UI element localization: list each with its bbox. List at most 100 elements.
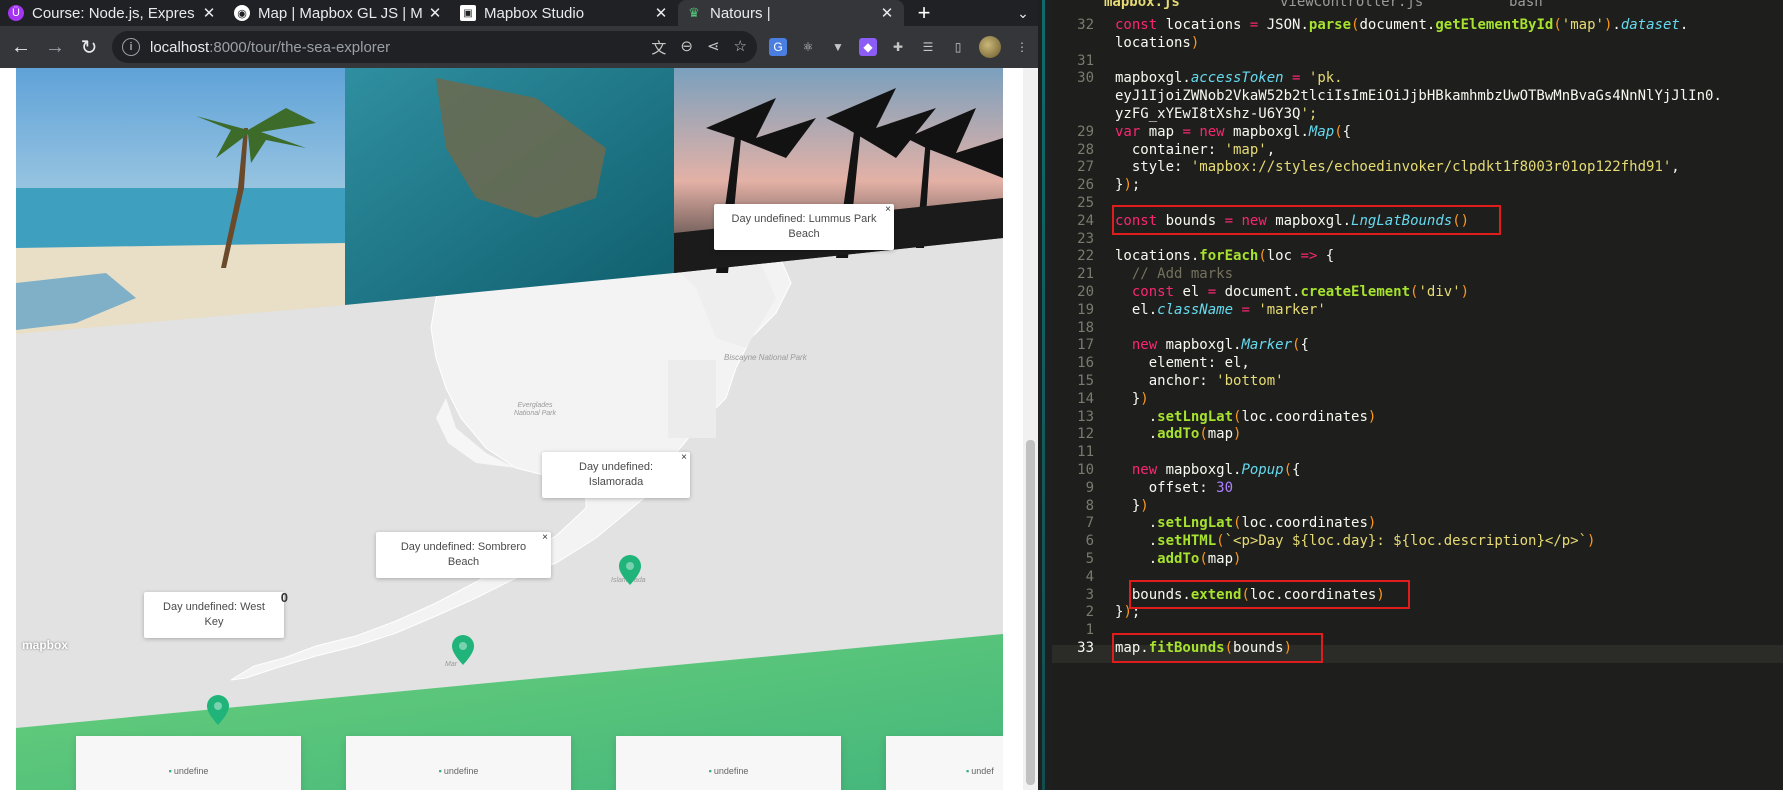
reading-list-icon[interactable]: ☰: [919, 38, 937, 56]
code-line[interactable]: .setLngLat(loc.coordinates): [1115, 514, 1377, 532]
code-line[interactable]: eyJ1IjoiZWNob2VkaW52b2tlciIsImEiOiJjbHBk…: [1115, 87, 1722, 105]
editor-tab-mapbox-js[interactable]: mapbox.js: [1104, 0, 1180, 10]
code-line[interactable]: });: [1115, 176, 1140, 194]
map-marker-west-key[interactable]: [205, 695, 231, 727]
popup-close-button[interactable]: ×: [681, 450, 687, 465]
line-number: 20: [1077, 284, 1094, 300]
map-label-everglades: Everglades National Park: [513, 402, 557, 417]
tab-title: Natours |: [710, 4, 771, 22]
vue-devtools-icon[interactable]: ▼: [829, 38, 847, 56]
mapbox-studio-icon: ▣: [460, 5, 476, 21]
code-line[interactable]: .addTo(map): [1115, 425, 1242, 443]
code-line[interactable]: const el = document.createElement('div'): [1115, 283, 1469, 301]
popup-close-button[interactable]: ×: [885, 202, 891, 217]
line-number: 3: [1085, 586, 1094, 603]
code-line[interactable]: const locations = JSON.parse(document.ge…: [1115, 16, 1688, 34]
info-icon[interactable]: i: [122, 38, 140, 56]
code-line[interactable]: // Add marks: [1115, 265, 1233, 283]
code-line[interactable]: mapboxgl.accessToken = 'pk.: [1115, 69, 1343, 87]
translate-icon[interactable]: 文: [651, 37, 666, 58]
editor-tab-viewcontroller-js[interactable]: viewController.js: [1280, 0, 1423, 10]
code-line[interactable]: .setHTML(`<p>Day ${loc.day}: ${loc.descr…: [1115, 532, 1596, 550]
tab-natours[interactable]: ♛ Natours | ✕: [678, 0, 904, 26]
star-icon[interactable]: ☆: [734, 37, 747, 58]
image-alt-text: undefine: [713, 766, 749, 776]
popup-text: Day undefined: Lummus Park Beach: [731, 213, 877, 240]
editor-tabbar: mapbox.js viewController.js bash: [1052, 0, 1783, 12]
code-line[interactable]: new mapboxgl.Popup({: [1115, 461, 1301, 479]
tab-udemy-course[interactable]: Ü Course: Node.js, Expres ✕: [0, 0, 226, 26]
map-container[interactable]: Biscayne National Park Everglades Nation…: [16, 68, 1003, 790]
image-alt-text: undefine: [173, 766, 209, 776]
forward-arrow-icon[interactable]: →: [38, 30, 72, 64]
line-number: 18: [1077, 319, 1094, 336]
code-line[interactable]: }): [1115, 390, 1149, 408]
popup-lummus-park-beach: Day undefined: Lummus Park Beach ×: [714, 204, 894, 250]
line-number: 7: [1085, 515, 1094, 532]
tab-mapbox-gl-js[interactable]: ◉ Map | Mapbox GL JS | M ✕: [226, 0, 452, 26]
tab-mapbox-studio[interactable]: ▣ Mapbox Studio ✕: [452, 0, 678, 26]
mapbox-logo[interactable]: mapbox: [22, 638, 68, 652]
line-number: 1: [1085, 622, 1094, 639]
code-line[interactable]: yzFG_xYEwI8tXshz-U6Y3Q';: [1115, 105, 1317, 123]
code-line[interactable]: locations): [1115, 34, 1199, 52]
reload-icon[interactable]: ↻: [72, 30, 106, 64]
puzzle-icon[interactable]: ✚: [889, 38, 907, 56]
kebab-menu-icon[interactable]: ⋮: [1013, 38, 1031, 56]
line-number: 19: [1077, 301, 1094, 318]
code-editor[interactable]: mapbox.js viewController.js bash 32 31 30 2…: [1052, 0, 1783, 790]
popup-text: Day undefined: West Key: [163, 601, 265, 628]
map-marker-sombrero-beach[interactable]: [450, 635, 476, 667]
extension-purple-icon[interactable]: ◆: [859, 38, 877, 56]
editor-tab-bash[interactable]: bash: [1509, 0, 1543, 10]
popup-close-button[interactable]: 0: [281, 590, 288, 605]
close-icon[interactable]: ✕: [878, 4, 896, 22]
close-icon[interactable]: ✕: [426, 4, 444, 22]
code-line[interactable]: .setLngLat(loc.coordinates): [1115, 408, 1377, 426]
image-alt-text: undefine: [443, 766, 479, 776]
code-line[interactable]: new mapboxgl.Marker({: [1115, 336, 1309, 354]
line-number: 22: [1077, 248, 1094, 265]
code-line[interactable]: locations.forEach(loc => {: [1115, 247, 1334, 265]
mapbox-icon: ◉: [234, 5, 250, 21]
code-line[interactable]: style: 'mapbox://styles/echoedinvoker/cl…: [1115, 158, 1680, 176]
code-line[interactable]: }): [1115, 497, 1149, 515]
close-icon[interactable]: ✕: [652, 4, 670, 22]
code-line[interactable]: .addTo(map): [1115, 550, 1242, 568]
window-divider: [1038, 0, 1052, 790]
code-line[interactable]: container: 'map',: [1115, 141, 1275, 159]
avatar[interactable]: [979, 36, 1001, 58]
zoom-icon[interactable]: ⊖: [680, 37, 693, 58]
share-icon[interactable]: ⋖: [707, 37, 720, 58]
code-line[interactable]: offset: 30: [1115, 479, 1233, 497]
broken-image-icon: ▪ undef: [966, 766, 994, 776]
back-arrow-icon[interactable]: ←: [4, 30, 38, 64]
map-marker-islamorada[interactable]: [617, 555, 643, 587]
code-line[interactable]: var map = new mapboxgl.Map({: [1115, 123, 1351, 141]
scrollbar-thumb[interactable]: [1026, 440, 1035, 785]
close-icon[interactable]: ✕: [200, 4, 218, 22]
tab-title: Mapbox Studio: [484, 4, 585, 22]
popup-close-button[interactable]: ×: [542, 530, 548, 545]
line-number: 13: [1077, 408, 1094, 425]
line-number: 16: [1077, 355, 1094, 372]
review-card: ▪ undef: [886, 736, 1003, 790]
url-host: localhost: [150, 38, 210, 56]
line-number: 15: [1077, 373, 1094, 389]
react-devtools-icon[interactable]: ⚛: [799, 38, 817, 56]
code-line[interactable]: anchor: 'bottom': [1115, 372, 1284, 390]
google-translate-icon[interactable]: G: [769, 38, 787, 56]
natours-icon: ♛: [688, 5, 700, 20]
line-number: [1052, 87, 1094, 105]
line-number: [1052, 105, 1094, 123]
line-number: 2: [1085, 604, 1094, 621]
line-number: 4: [1085, 568, 1094, 585]
side-panel-icon[interactable]: ▯: [949, 38, 967, 56]
code-line[interactable]: el.className = 'marker': [1115, 301, 1326, 319]
line-number: 25: [1077, 195, 1094, 211]
chevron-down-icon[interactable]: ⌄: [1008, 0, 1038, 26]
new-tab-button[interactable]: +: [904, 0, 944, 26]
page-scrollbar[interactable]: [1023, 68, 1038, 790]
address-bar[interactable]: i localhost:8000/tour/the-sea-explorer 文…: [112, 31, 757, 63]
code-line[interactable]: element: el,: [1115, 354, 1250, 372]
